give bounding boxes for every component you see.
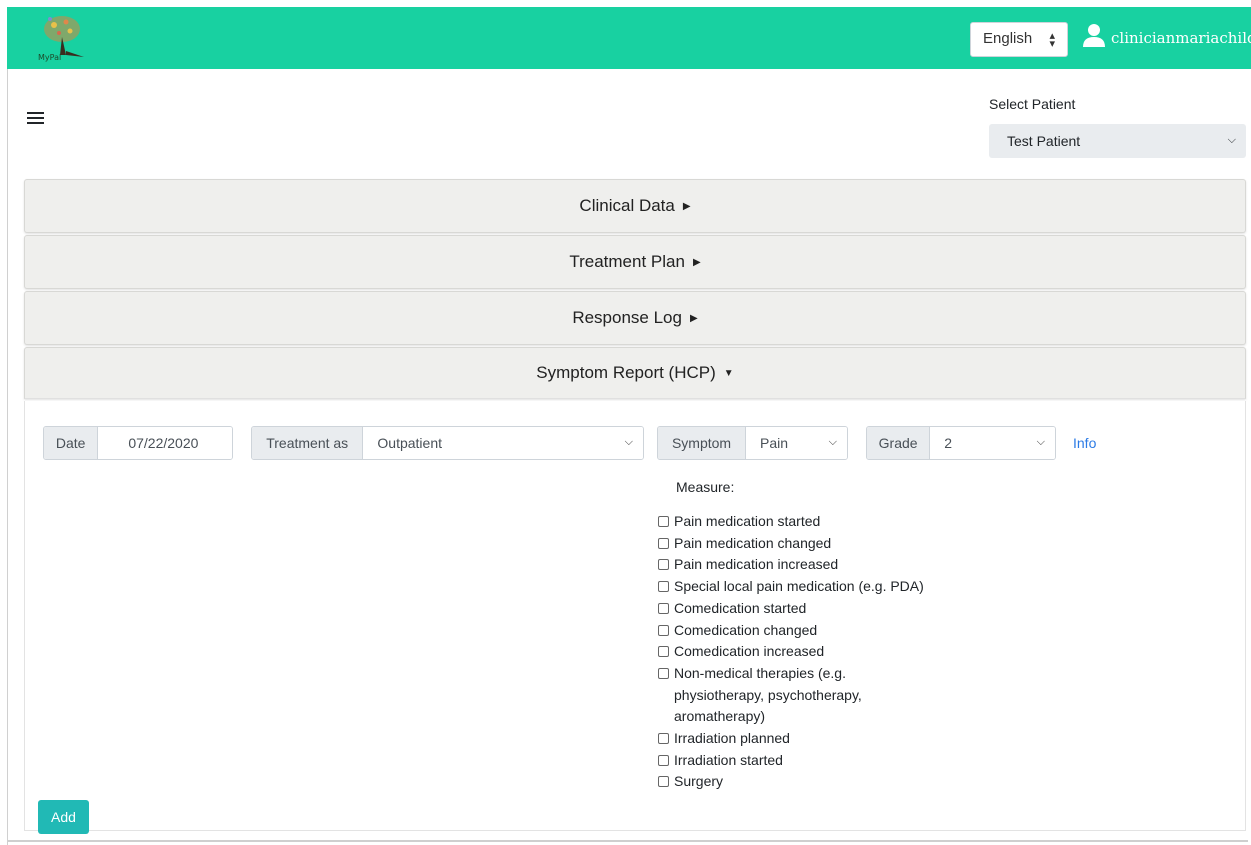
measure-item[interactable]: Irradiation started — [658, 750, 958, 772]
grade-input-group: Grade 2 ⌵ — [866, 426, 1056, 460]
checkbox[interactable] — [658, 581, 669, 593]
language-value: English — [983, 30, 1033, 47]
accordion-label: Clinical Data — [579, 196, 675, 215]
measure-item[interactable]: Pain medication increased — [658, 554, 958, 576]
caret-right-icon: ▶ — [682, 200, 691, 212]
language-select[interactable]: English ▴ ▾ — [970, 22, 1068, 57]
caret-down-icon: ▼ — [723, 367, 734, 379]
checkbox[interactable] — [658, 537, 669, 549]
grade-select-value: 2 — [944, 435, 953, 451]
checkbox[interactable] — [658, 559, 669, 571]
grade-select[interactable]: 2 ⌵ — [930, 427, 1055, 459]
measure-label: Measure: — [676, 479, 735, 495]
symptom-select[interactable]: Pain ⌵ — [746, 427, 847, 459]
treatment-select[interactable]: Outpatient ⌵ — [363, 427, 643, 459]
sort-arrows-icon: ▴ ▾ — [1049, 30, 1055, 50]
measure-item[interactable]: Comedication changed — [658, 620, 958, 642]
accordion: Clinical Data ▶ Treatment Plan ▶ Respons… — [24, 179, 1246, 831]
measure-checklist: Pain medication started Pain medication … — [658, 511, 958, 793]
checkbox[interactable] — [658, 602, 669, 614]
measure-item[interactable]: Irradiation planned — [658, 728, 958, 750]
chevron-down-icon: ⌵ — [828, 436, 837, 448]
symptom-input-group: Symptom Pain ⌵ — [657, 426, 848, 460]
checkbox[interactable] — [658, 516, 669, 527]
checkbox[interactable] — [658, 754, 669, 766]
measure-item[interactable]: Comedication started — [658, 598, 958, 620]
measure-item[interactable]: Surgery — [658, 771, 958, 793]
measure-label-text: Irradiation planned — [674, 730, 790, 747]
top-navbar: MyPal English ▴ ▾ clinicianmariachild — [7, 7, 1251, 69]
info-link[interactable]: Info — [1073, 435, 1096, 451]
symptom-label: Symptom — [658, 427, 746, 459]
measure-item[interactable]: Special local pain medication (e.g. PDA) — [658, 576, 958, 598]
chevron-down-icon: ⌵ — [624, 436, 633, 448]
username-label[interactable]: clinicianmariachild — [1111, 29, 1251, 47]
measure-label-text: Non-medical therapies (e.g. physiotherap… — [674, 664, 862, 725]
treatment-input-group: Treatment as Outpatient ⌵ — [251, 426, 644, 460]
treatment-label: Treatment as — [252, 427, 364, 459]
measure-label-text: Irradiation started — [674, 751, 783, 768]
date-input-group: Date 07/22/2020 — [43, 426, 233, 460]
patient-select[interactable]: Test Patient ⌵ — [989, 124, 1246, 158]
user-icon[interactable] — [1083, 23, 1105, 49]
mypal-logo[interactable]: MyPal — [32, 13, 92, 63]
measure-item[interactable]: Non-medical therapies (e.g. physiotherap… — [658, 663, 903, 728]
checkbox[interactable] — [658, 776, 669, 788]
panel-bottom-border — [8, 840, 1248, 842]
measure-label-text: Pain medication changed — [674, 534, 832, 551]
symptom-report-panel — [24, 401, 1246, 831]
measure-label-text: Surgery — [674, 773, 724, 790]
measure-item[interactable]: Comedication increased — [658, 641, 958, 663]
accordion-label: Treatment Plan — [569, 252, 685, 271]
measure-label-text: Pain medication started — [674, 513, 821, 529]
caret-right-icon: ▶ — [689, 312, 698, 324]
chevron-down-icon: ⌵ — [1227, 134, 1236, 146]
add-button[interactable]: Add — [38, 800, 89, 834]
chevron-down-icon: ⌵ — [1036, 436, 1045, 448]
measure-label-text: Pain medication increased — [674, 556, 839, 573]
grade-label: Grade — [867, 427, 931, 459]
menu-hamburger-icon[interactable] — [27, 112, 44, 125]
checkbox[interactable] — [658, 733, 669, 745]
treatment-select-value: Outpatient — [377, 435, 443, 451]
measure-label-text: Special local pain medication (e.g. PDA) — [674, 578, 924, 595]
date-label: Date — [44, 427, 99, 459]
patient-select-value: Test Patient — [1007, 133, 1081, 149]
accordion-label: Response Log — [572, 308, 682, 327]
svg-text:MyPal: MyPal — [38, 53, 61, 62]
date-input[interactable]: 07/22/2020 — [98, 427, 232, 459]
accordion-clinical-data[interactable]: Clinical Data ▶ — [24, 179, 1246, 233]
checkbox[interactable] — [658, 646, 669, 658]
caret-right-icon: ▶ — [692, 256, 701, 268]
measure-item[interactable]: Pain medication started — [658, 511, 958, 533]
accordion-label: Symptom Report (HCP) — [536, 363, 716, 382]
page-left-border — [7, 69, 8, 845]
measure-label-text: Comedication changed — [674, 621, 818, 638]
select-patient-label: Select Patient — [989, 96, 1076, 112]
accordion-treatment-plan[interactable]: Treatment Plan ▶ — [24, 235, 1246, 289]
accordion-response-log[interactable]: Response Log ▶ — [24, 291, 1246, 345]
checkbox[interactable] — [658, 624, 669, 636]
measure-label-text: Comedication started — [674, 599, 807, 616]
symptom-select-value: Pain — [760, 435, 789, 451]
checkbox[interactable] — [658, 667, 669, 679]
accordion-symptom-report[interactable]: Symptom Report (HCP) ▼ — [24, 347, 1246, 399]
measure-item[interactable]: Pain medication changed — [658, 533, 958, 555]
measure-label-text: Comedication increased — [674, 643, 825, 660]
